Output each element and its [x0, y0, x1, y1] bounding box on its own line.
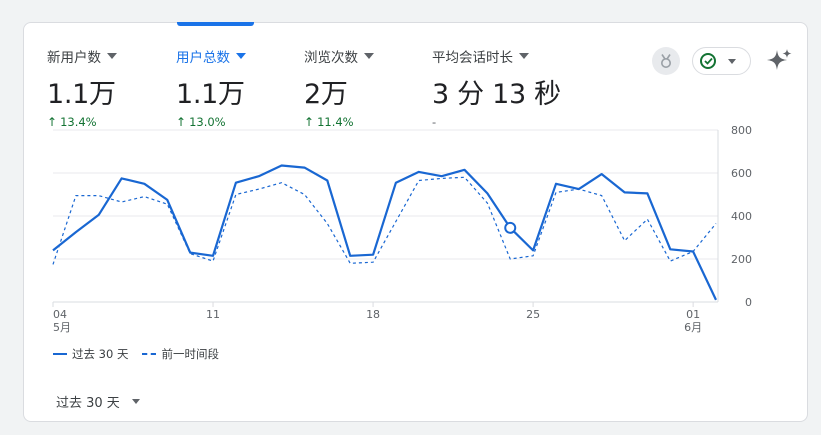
y-tick-label: 0 — [745, 296, 752, 309]
legend-item-current[interactable]: 过去 30 天 — [53, 346, 128, 362]
legend-swatch-solid — [53, 353, 67, 355]
series-line-current — [52, 164, 717, 301]
x-tick-label: 04 — [53, 308, 67, 321]
legend-item-previous[interactable]: 前一时间段 — [142, 346, 219, 362]
y-tick-label: 800 — [731, 124, 752, 137]
legend-swatch-dashed — [142, 353, 157, 355]
y-tick-label: 400 — [731, 210, 752, 223]
x-tick-month-label: 5月 — [53, 321, 71, 334]
chevron-down-icon — [131, 399, 140, 404]
x-tick-label: 25 — [526, 308, 540, 321]
hover-point-marker[interactable] — [504, 221, 517, 234]
chart-legend: 过去 30 天 前一时间段 — [53, 346, 219, 362]
x-tick-label: 11 — [206, 308, 220, 321]
line-chart: 800 600 400 200 0 045月 11 18 25 016月 — [52, 124, 752, 334]
x-tick-month-label: 6月 — [684, 321, 702, 334]
date-range-selector[interactable]: 过去 30 天 — [56, 392, 140, 411]
y-tick-label: 600 — [731, 167, 752, 180]
y-tick-label: 200 — [731, 253, 752, 266]
x-tick-label: 18 — [366, 308, 380, 321]
x-tick-label: 01 — [686, 308, 700, 321]
